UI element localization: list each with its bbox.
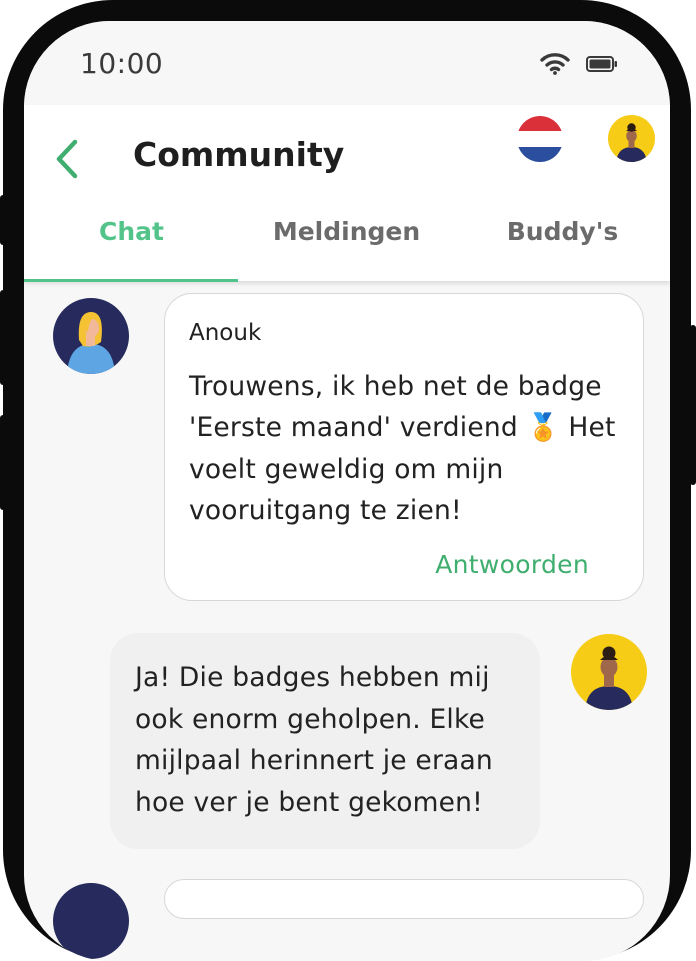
message-bubble-next: [164, 879, 644, 919]
app-screen: 10:00 Community Chat Meldingen Buddy's A…: [24, 21, 670, 961]
message-line: ook enorm geholpen. Elke: [135, 704, 486, 735]
message-line: mijlpaal herinnert je eraan: [135, 745, 493, 776]
message-bubble-incoming: Anouk Trouwens, ik heb net de badge 'Eer…: [164, 293, 644, 601]
wifi-icon: [540, 53, 570, 75]
man-avatar-icon: [585, 646, 633, 710]
sender-avatar[interactable]: [53, 298, 129, 374]
reply-button[interactable]: Antwoorden: [435, 550, 589, 579]
status-time: 10:00: [80, 47, 164, 80]
phone-side-button-mid: [0, 290, 6, 385]
sender-avatar-next: [53, 883, 129, 959]
avatar-icon: [616, 123, 647, 162]
profile-avatar[interactable]: [608, 115, 655, 162]
status-bar: 10:00: [24, 21, 670, 105]
tab-buddys[interactable]: Buddy's: [455, 217, 670, 246]
message-line: Trouwens, ik heb net de badge: [189, 371, 602, 402]
tab-meldingen[interactable]: Meldingen: [239, 217, 454, 246]
phone-power-button: [690, 325, 696, 485]
tab-active-indicator: [24, 279, 238, 282]
phone-side-button-low: [0, 415, 6, 510]
app-header: Community Chat Meldingen Buddy's: [24, 105, 670, 282]
netherlands-flag-icon[interactable]: [517, 116, 563, 162]
woman-avatar-icon: [67, 312, 115, 374]
message-line: 'Eerste maand' verdiend 🏅 Het: [189, 412, 616, 443]
message-line: Ja! Die badges hebben mij: [135, 662, 490, 693]
page-title: Community: [133, 135, 345, 174]
message-bubble-outgoing: Ja! Die badges hebben mij ook enorm geho…: [110, 633, 540, 849]
phone-side-button-top: [0, 195, 6, 245]
message-line: vooruitgang te zien!: [189, 495, 462, 526]
my-avatar[interactable]: [571, 634, 647, 710]
battery-icon: [586, 56, 617, 72]
tab-chat[interactable]: Chat: [24, 217, 239, 246]
message-line: hoe ver je bent gekomen!: [135, 787, 483, 818]
message-sender: Anouk: [189, 320, 262, 346]
chevron-left-icon[interactable]: [48, 135, 84, 183]
message-line: voelt geweldig om mijn: [189, 454, 504, 485]
